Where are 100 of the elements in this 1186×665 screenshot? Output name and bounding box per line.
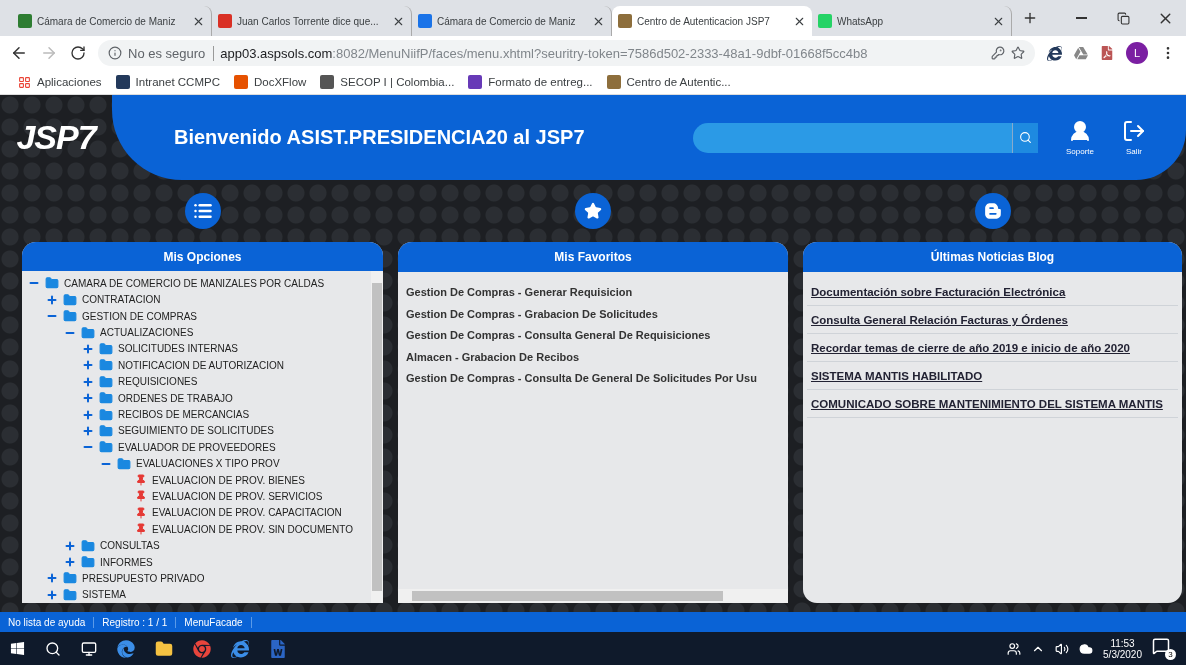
- folder-icon: [81, 538, 95, 553]
- favorite-link[interactable]: Gestion De Compras - Generar Requisicion: [406, 284, 780, 302]
- tree-item[interactable]: EVALUACION DE PROV. SERVICIOS: [152, 490, 323, 502]
- status-text: No lista de ayuda: [0, 616, 95, 628]
- internet-explorer-icon[interactable]: [231, 639, 249, 658]
- bookmark-link[interactable]: SECOP I | Colombia...: [320, 75, 455, 89]
- blog-link[interactable]: COMUNICADO SOBRE MANTENIMIENTO DEL SISTEMA MANTIS: [807, 390, 1178, 418]
- header-action-button[interactable]: Salir: [1122, 119, 1146, 156]
- tree-item[interactable]: EVALUACION DE PROV. CAPACITACION: [152, 507, 342, 519]
- bookmark-link[interactable]: Aplicaciones: [18, 75, 102, 89]
- tree-item[interactable]: RECIBOS DE MERCANCIAS: [118, 409, 250, 420]
- tree-item[interactable]: EVALUACION DE PROV. BIENES: [152, 474, 305, 486]
- notification-count: 3: [1165, 649, 1176, 660]
- tree-item[interactable]: SEGUIMIENTO DE SOLICITUDES: [118, 425, 274, 437]
- profile-avatar[interactable]: L: [1126, 42, 1148, 64]
- header-action-button[interactable]: Soporte: [1065, 119, 1094, 156]
- browser-tab[interactable]: WhatsApp: [812, 6, 1012, 36]
- expand-icon[interactable]: [82, 359, 94, 372]
- tree-item[interactable]: EVALUADOR DE PROVEEDORES: [118, 441, 276, 453]
- folder-icon: [63, 309, 77, 324]
- drive-icon[interactable]: [1074, 46, 1088, 60]
- windows-start-icon[interactable]: [10, 641, 25, 656]
- browser-tab[interactable]: Juan Carlos Torrente dice que...: [212, 6, 412, 36]
- expand-icon[interactable]: [82, 375, 94, 388]
- bookmark-link[interactable]: Intranet CCMPC: [115, 75, 220, 89]
- edge-icon[interactable]: [117, 639, 135, 658]
- bookmark-link[interactable]: DocXFlow: [233, 75, 307, 89]
- folder-icon: [99, 440, 113, 455]
- search-button[interactable]: [1011, 122, 1038, 153]
- panel-title: Mis Favoritos: [398, 242, 788, 272]
- volume-icon[interactable]: [1055, 641, 1070, 656]
- chrome-icon[interactable]: [193, 639, 211, 658]
- pin-icon: [135, 474, 147, 487]
- folder-icon: [99, 423, 113, 438]
- tree-item[interactable]: GESTION DE COMPRAS: [82, 310, 197, 322]
- tree-item[interactable]: CONSULTAS: [100, 540, 160, 552]
- expand-icon[interactable]: [82, 408, 94, 421]
- tree-item[interactable]: ACTUALIZACIONES: [100, 327, 194, 339]
- task-view-icon[interactable]: [81, 640, 97, 657]
- browser-tab[interactable]: Cámara de Comercio de Maniz: [412, 6, 612, 36]
- blog-link[interactable]: Consulta General Relación Facturas y Órdenes: [807, 306, 1178, 334]
- bookmark-icon: [320, 75, 335, 89]
- bookmark-icon: [233, 75, 248, 89]
- key-icon[interactable]: [991, 46, 1005, 60]
- horizontal-scrollbar[interactable]: [398, 589, 788, 603]
- blogger-icon: [974, 193, 1011, 229]
- favorite-link[interactable]: Gestion De Compras - Consulta De General De Solicitudes Por Usu: [406, 370, 780, 388]
- blog-link[interactable]: Documentación sobre Facturación Electrónica: [807, 278, 1178, 306]
- tree-item[interactable]: SISTEMA: [82, 589, 126, 601]
- folder-icon[interactable]: [155, 639, 173, 658]
- bookmark-link[interactable]: Centro de Autentic...: [606, 75, 731, 89]
- favorite-link[interactable]: Almacen - Grabacion De Recibos: [406, 348, 780, 366]
- new-tab-icon[interactable]: [1022, 10, 1038, 26]
- extension-icon[interactable]: [1047, 45, 1062, 61]
- expand-icon[interactable]: [46, 293, 58, 306]
- bookmark-star-icon[interactable]: [1011, 46, 1025, 60]
- panel-title: Mis Opciones: [22, 242, 383, 272]
- tree-item[interactable]: EVALUACIONES X TIPO PROV: [136, 458, 280, 470]
- security-label: No es seguro: [128, 45, 215, 61]
- tree-item[interactable]: PRESUPUESTO PRIVADO: [82, 572, 205, 584]
- pdf-icon[interactable]: [1100, 46, 1114, 60]
- bookmark-link[interactable]: Formato de entreg...: [468, 75, 593, 89]
- clock[interactable]: 11:53 5/3/2020: [1103, 637, 1142, 660]
- favicon-icon: [218, 14, 232, 28]
- browser-tab[interactable]: Centro de Autenticacion JSP7: [612, 6, 812, 36]
- tree-item[interactable]: NOTIFICACION DE AUTORIZACION: [118, 359, 284, 371]
- bookmark-icon: [606, 75, 621, 89]
- expand-icon[interactable]: [64, 539, 76, 552]
- expand-icon[interactable]: [46, 588, 58, 601]
- expand-icon[interactable]: [82, 424, 94, 437]
- word-icon[interactable]: [269, 639, 287, 658]
- back-icon[interactable]: [10, 44, 28, 62]
- tree-item[interactable]: SOLICITUDES INTERNAS: [118, 343, 239, 355]
- favorite-link[interactable]: Gestion De Compras - Consulta General De Requisiciones: [406, 327, 780, 345]
- favicon-icon: [618, 14, 632, 28]
- tree-item[interactable]: REQUISICIONES: [118, 376, 198, 388]
- tree-item[interactable]: EVALUACION DE PROV. SIN DOCUMENTO: [152, 523, 353, 535]
- expand-icon[interactable]: [82, 342, 94, 355]
- people-icon[interactable]: [1007, 641, 1022, 656]
- tree-item[interactable]: ORDENES DE TRABAJO: [118, 392, 233, 404]
- address-bar[interactable]: No es seguro app03.aspsols.com:8082/MenuNiifP/faces/menu.xhtml?seuritry-token=7586d502-2333-48a1-9dbf-01668f5cc4b8: [98, 40, 1035, 66]
- folder-icon: [117, 456, 131, 471]
- app-logo: JSP7: [15, 117, 99, 158]
- cloud-icon[interactable]: [1079, 641, 1094, 656]
- tree-item[interactable]: CAMARA DE COMERCIO DE MANIZALES POR CALDAS: [64, 277, 325, 289]
- tree-item[interactable]: INFORMES: [100, 556, 153, 568]
- expand-icon[interactable]: [64, 556, 76, 568]
- favorite-link[interactable]: Gestion De Compras - Grabacion De Solicitudes: [406, 305, 780, 323]
- vertical-scrollbar[interactable]: [371, 271, 383, 603]
- blog-link[interactable]: SISTEMA MANTIS HABILITADO: [807, 362, 1178, 390]
- search-field[interactable]: [692, 122, 1038, 153]
- reload-icon[interactable]: [70, 45, 86, 61]
- expand-icon[interactable]: [46, 572, 58, 585]
- expand-icon[interactable]: [82, 392, 94, 405]
- browser-tab[interactable]: Cámara de Comercio de Maniz: [12, 6, 212, 36]
- tree-item[interactable]: CONTRATACION: [82, 294, 161, 306]
- search-icon[interactable]: [45, 640, 61, 657]
- url-text: app03.aspsols.com:8082/MenuNiifP/faces/menu.xhtml?seuritry-token=7586d502-2333-48a1-9dbf-01668f5cc4b8: [220, 45, 869, 61]
- folder-icon: [99, 374, 113, 389]
- blog-link[interactable]: Recordar temas de cierre de año 2019 e inicio de año 2020: [807, 334, 1178, 362]
